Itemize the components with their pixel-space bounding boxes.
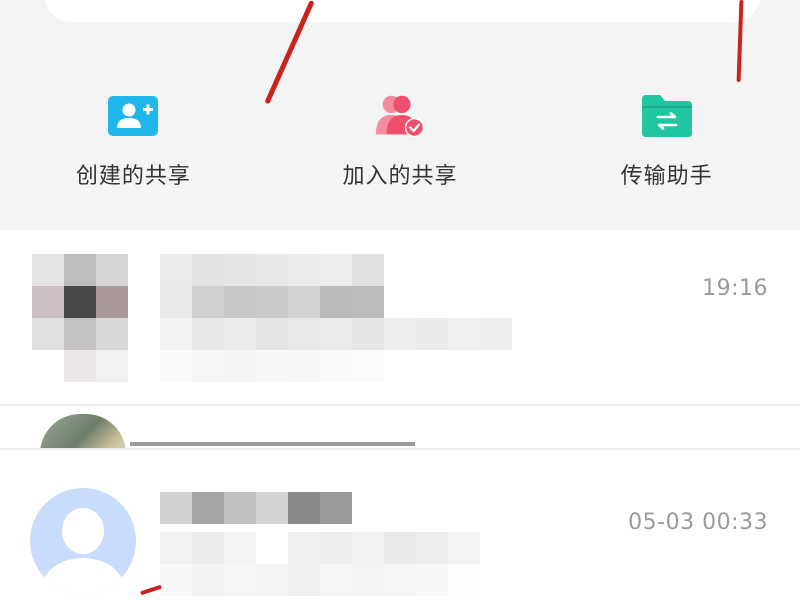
folder-transfer-icon	[639, 88, 695, 144]
transfer-assistant-label: 传输助手	[620, 164, 713, 189]
share-list: 19:16 05-03 00:33	[0, 230, 800, 600]
create-share-button[interactable]: 创建的共享	[0, 88, 267, 208]
add-user-icon	[105, 88, 161, 144]
avatar	[32, 254, 128, 382]
list-item[interactable]: 05-03 00:33	[0, 452, 800, 600]
quick-actions: 创建的共享 加入的共享 传输助手	[0, 88, 800, 208]
joined-share-button[interactable]: 加入的共享	[267, 88, 534, 208]
transfer-assistant-button[interactable]: 传输助手	[533, 88, 800, 208]
list-item[interactable]: 19:16	[0, 230, 800, 400]
create-share-label: 创建的共享	[75, 164, 191, 189]
item-name-blurred	[130, 442, 415, 446]
divider	[0, 448, 800, 450]
joined-share-label: 加入的共享	[342, 164, 458, 189]
item-time: 05-03 00:33	[628, 510, 768, 535]
avatar	[40, 414, 126, 448]
item-name-blurred	[160, 254, 384, 318]
joined-users-check-icon	[372, 88, 428, 144]
item-time: 19:16	[702, 276, 768, 301]
list-item[interactable]	[0, 406, 800, 448]
item-name-blurred	[160, 492, 352, 524]
item-preview-blurred	[160, 318, 512, 382]
search-bar[interactable]	[45, 0, 760, 22]
avatar-placeholder-icon	[30, 488, 136, 594]
item-preview-blurred	[160, 532, 480, 596]
